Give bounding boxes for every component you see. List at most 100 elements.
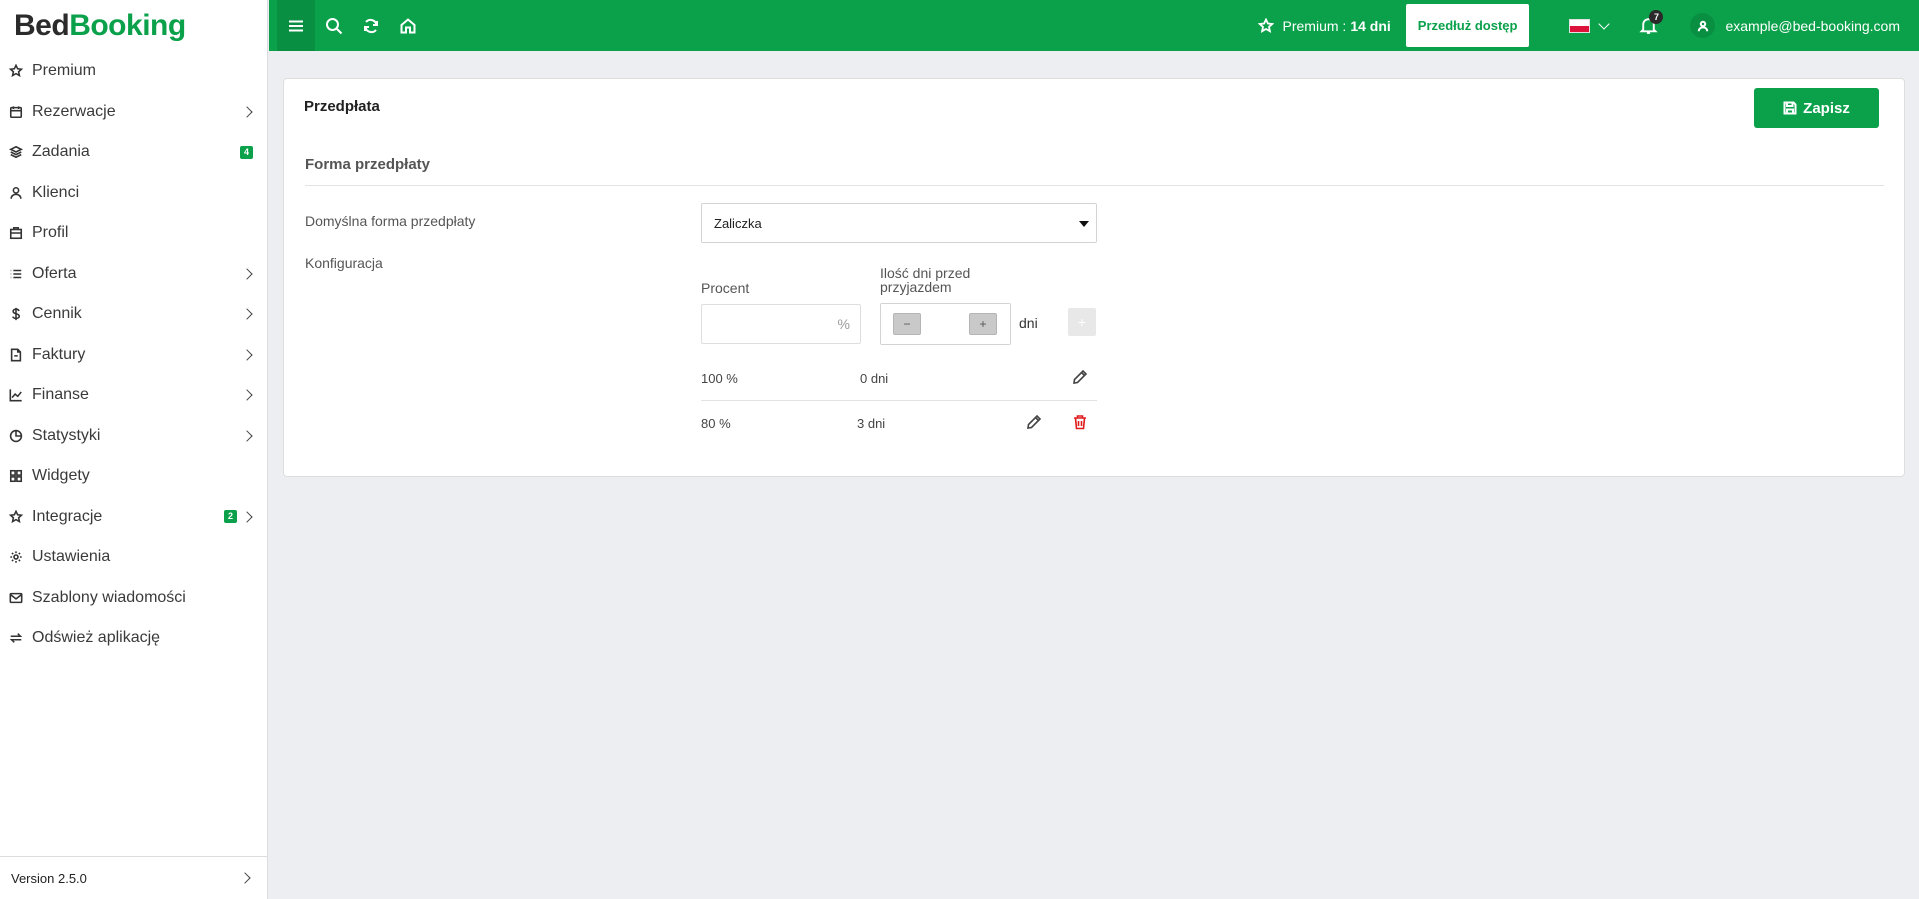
- days-unit-label: dni: [1019, 315, 1038, 331]
- home-icon: [400, 17, 415, 33]
- sidebar-item-rezerwacje[interactable]: Rezerwacje: [0, 92, 267, 133]
- version-footer[interactable]: Version 2.5.0: [0, 856, 268, 899]
- default-form-value: Zaliczka: [714, 215, 762, 231]
- row-divider: [701, 400, 1097, 401]
- dollar-icon: [9, 307, 23, 321]
- chevron-right-icon: [241, 349, 253, 361]
- sidebar-nav: Premium Rezerwacje Zadania 4 Klienci Pro…: [0, 51, 267, 659]
- prepayment-card: Przedpłata Zapisz Forma przedpłaty Domyś…: [283, 78, 1905, 477]
- avatar: [1690, 13, 1716, 38]
- chevron-down-icon: [1598, 17, 1611, 30]
- sidebar-item-integracje[interactable]: Integracje 2: [0, 497, 267, 538]
- search-button[interactable]: [315, 0, 352, 51]
- percent-input[interactable]: %: [701, 304, 861, 344]
- sidebar-item-klienci[interactable]: Klienci: [0, 173, 267, 214]
- notifications-button[interactable]: 7: [1636, 0, 1664, 51]
- star-icon: [9, 64, 23, 78]
- sidebar-item-oferta[interactable]: Oferta: [0, 254, 267, 295]
- notifications-count-badge: 7: [1649, 10, 1664, 24]
- sidebar-item-label: Oferta: [32, 264, 77, 282]
- refresh-button[interactable]: [352, 0, 389, 51]
- invoice-icon: [9, 348, 23, 362]
- chevron-right-icon: [241, 106, 253, 118]
- default-form-select[interactable]: Zaliczka: [701, 203, 1097, 243]
- edit-row-2-button[interactable]: [1025, 413, 1043, 431]
- increment-button[interactable]: +: [969, 313, 997, 335]
- user-icon: [1697, 20, 1709, 31]
- list-icon: [9, 267, 23, 281]
- language-selector[interactable]: [1569, 17, 1611, 33]
- logo-text-booking: Booking: [69, 8, 186, 42]
- sidebar-item-label: Odśwież aplikację: [32, 629, 161, 647]
- save-icon: [1783, 101, 1797, 115]
- layers-icon: [9, 145, 23, 159]
- mail-icon: [9, 591, 23, 605]
- refresh-icon: [363, 18, 378, 33]
- sidebar-item-finanse[interactable]: Finanse: [0, 375, 267, 416]
- logo-text-bed: Bed: [14, 8, 70, 42]
- days-stepper[interactable]: − +: [880, 303, 1011, 345]
- sidebar-item-premium[interactable]: Premium: [0, 51, 267, 92]
- user-menu[interactable]: example@bed-booking.com: [1690, 13, 1900, 38]
- decrement-button[interactable]: −: [893, 313, 921, 335]
- hamburger-icon: [289, 20, 303, 31]
- sidebar-item-label: Widgety: [32, 467, 90, 485]
- sidebar-item-zadania[interactable]: Zadania 4: [0, 132, 267, 173]
- add-row-button[interactable]: +: [1068, 308, 1096, 336]
- search-icon: [325, 17, 342, 34]
- extend-access-button[interactable]: Przedłuż dostęp: [1405, 4, 1530, 47]
- calendar-icon: [9, 105, 23, 119]
- section-divider: [305, 185, 1884, 186]
- star-icon: [9, 509, 23, 524]
- home-button[interactable]: [389, 0, 426, 51]
- grid-icon: [9, 469, 23, 483]
- sidebar-item-label: Finanse: [32, 386, 89, 404]
- premium-days: 14 dni: [1350, 17, 1391, 34]
- sidebar-item-odswiez[interactable]: Odśwież aplikację: [0, 618, 267, 659]
- tasks-count-badge: 4: [239, 145, 253, 159]
- sidebar: Bed Booking Premium Rezerwacje Zadania 4 …: [0, 0, 268, 899]
- days-header-line1: Ilość dni przed: [880, 265, 971, 281]
- menu-toggle-button[interactable]: [277, 0, 315, 51]
- pencil-icon: [1073, 369, 1088, 384]
- building-icon: [9, 226, 23, 240]
- trash-icon: [1074, 415, 1086, 430]
- premium-status[interactable]: Premium : 14 dni: [1257, 17, 1391, 34]
- sidebar-item-label: Profil: [32, 224, 69, 242]
- app-logo[interactable]: Bed Booking: [0, 0, 267, 51]
- sidebar-item-label: Integracje: [32, 507, 103, 525]
- sidebar-item-faktury[interactable]: Faktury: [0, 335, 267, 376]
- delete-row-2-button[interactable]: [1071, 413, 1089, 431]
- sidebar-item-szablony[interactable]: Szablony wiadomości: [0, 578, 267, 619]
- sidebar-item-statystyki[interactable]: Statystyki: [0, 416, 267, 457]
- percent-header: Procent: [701, 280, 750, 296]
- chart-line-icon: [9, 388, 23, 402]
- sidebar-item-label: Cennik: [32, 305, 82, 323]
- chevron-right-icon: [241, 430, 253, 442]
- topbar: Premium : 14 dni Przedłuż dostęp 7 examp…: [269, 0, 1919, 51]
- sidebar-item-ustawienia[interactable]: Ustawienia: [0, 537, 267, 578]
- page-title: Przedpłata: [304, 98, 380, 115]
- star-icon: [1257, 17, 1274, 33]
- sidebar-item-label: Klienci: [32, 183, 80, 201]
- sidebar-item-widgety[interactable]: Widgety: [0, 456, 267, 497]
- percent-unit: %: [837, 316, 850, 332]
- sidebar-item-label: Szablony wiadomości: [32, 588, 186, 606]
- pie-chart-icon: [9, 429, 23, 443]
- chevron-right-icon: [241, 389, 253, 401]
- user-icon: [9, 186, 23, 200]
- edit-row-1-button[interactable]: [1071, 368, 1089, 386]
- sidebar-item-cennik[interactable]: Cennik: [0, 294, 267, 335]
- sidebar-item-profil[interactable]: Profil: [0, 213, 267, 254]
- caret-down-icon: [1079, 221, 1089, 227]
- premium-label: Premium :: [1282, 17, 1347, 34]
- config-label: Konfiguracja: [305, 255, 383, 271]
- chevron-right-icon: [239, 872, 251, 884]
- days-header: Ilość dni przed przyjazdem: [880, 266, 970, 294]
- save-button[interactable]: Zapisz: [1754, 88, 1879, 128]
- section-title: Forma przedpłaty: [305, 156, 431, 173]
- default-form-label: Domyślna forma przedpłaty: [305, 213, 476, 229]
- save-button-label: Zapisz: [1803, 99, 1850, 117]
- refresh-icon: [9, 631, 23, 645]
- user-email: example@bed-booking.com: [1725, 17, 1900, 34]
